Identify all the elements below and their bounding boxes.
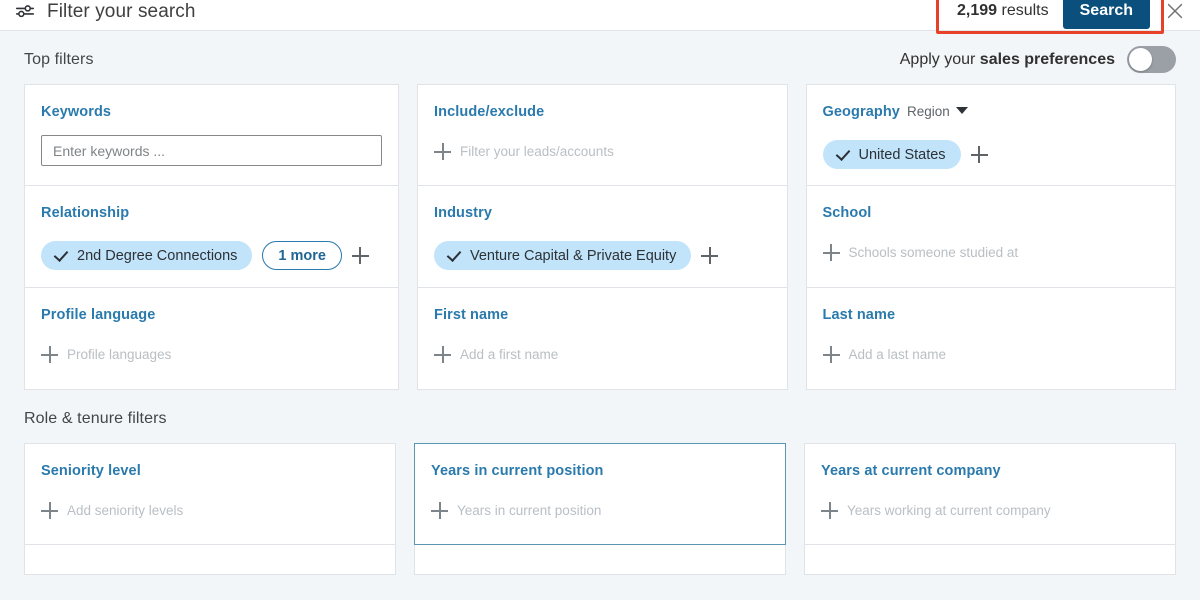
prefs-bold: sales preferences [979,50,1115,68]
filter-search-panel: Filter your search 2,199 results Search … [0,0,1200,600]
years-at-company-placeholder: Years working at current company [847,503,1051,518]
prefs-prefix: Apply your [899,50,980,68]
filter-title-keywords[interactable]: Keywords [41,104,111,120]
chevron-down-icon[interactable] [955,107,968,114]
role-tenure-grid: Seniority level Add seniority levels Yea… [24,443,1176,545]
filter-card-geography[interactable]: Geography Region United States [805,84,1176,186]
years-in-position-placeholder: Years in current position [457,503,602,518]
top-filters-header: Top filters Apply your sales preferences [24,35,1176,84]
check-icon [56,249,69,262]
school-placeholder: Schools someone studied at [848,245,1019,260]
pill-label: United States [858,146,946,163]
header-left-group: Filter your search [14,1,196,24]
header-right-group: 2,199 results Search [957,0,1186,29]
seniority-level-add-row[interactable]: Add seniority levels [41,502,379,519]
school-add-row[interactable]: Schools someone studied at [822,244,1160,261]
plus-icon[interactable] [434,346,451,363]
geography-scope-label[interactable]: Region [907,104,950,119]
pill-label: 2nd Degree Connections [77,247,238,264]
filter-card-relationship[interactable]: Relationship 2nd Degree Connections 1 mo… [24,186,399,288]
role-tenure-grid-overflow [24,545,1176,575]
filter-title-school[interactable]: School [823,205,872,221]
sales-preferences-toggle[interactable] [1127,46,1176,73]
filter-title-last-name[interactable]: Last name [823,307,896,323]
plus-icon[interactable] [41,502,58,519]
filter-card-seniority-level[interactable]: Seniority level Add seniority levels [24,443,396,545]
filter-title-first-name[interactable]: First name [434,307,508,323]
geography-values-row: United States [822,140,1160,169]
keywords-input[interactable] [41,135,382,166]
filter-pill-2nd-degree-connections[interactable]: 2nd Degree Connections [41,241,253,270]
industry-values-row: Venture Capital & Private Equity [434,241,771,270]
check-icon [449,249,462,262]
check-icon [838,148,851,161]
close-icon[interactable] [1164,0,1186,22]
filter-card-years-in-current-position[interactable]: Years in current position Years in curre… [414,443,786,545]
filter-card-industry[interactable]: Industry Venture Capital & Private Equit… [417,186,788,288]
filter-card-keywords[interactable]: Keywords [24,84,399,186]
top-filters-grid: Keywords Include/exclude Filter your lea… [24,84,1176,390]
filter-card-partial[interactable] [24,545,396,575]
seniority-level-placeholder: Add seniority levels [67,503,184,518]
filter-card-last-name[interactable]: Last name Add a last name [805,288,1176,390]
filters-body: Top filters Apply your sales preferences… [0,35,1200,600]
results-count: 2,199 results [957,2,1049,20]
toggle-knob [1129,48,1152,71]
plus-icon[interactable] [822,346,840,363]
include-exclude-placeholder: Filter your leads/accounts [460,144,614,159]
relationship-values-row: 2nd Degree Connections 1 more [41,241,382,270]
first-name-placeholder: Add a first name [460,347,559,362]
plus-icon[interactable] [434,143,451,160]
role-tenure-header: Role & tenure filters [24,394,1176,443]
top-filters-title: Top filters [24,50,94,68]
sales-preferences-label: Apply your sales preferences [900,51,1115,69]
plus-icon[interactable] [822,244,840,261]
filter-pill-united-states[interactable]: United States [822,140,961,169]
filter-card-partial[interactable] [414,545,786,575]
profile-language-add-row[interactable]: Profile languages [41,346,382,363]
filter-card-partial[interactable] [804,545,1176,575]
filter-title-seniority-level[interactable]: Seniority level [41,463,141,479]
sliders-icon [14,2,36,24]
plus-icon[interactable] [431,502,448,519]
search-button[interactable]: Search [1062,0,1150,29]
filter-pill-venture-capital-private-equity[interactable]: Venture Capital & Private Equity [434,241,692,270]
filter-title-industry[interactable]: Industry [434,205,492,221]
filter-title-years-in-current-position[interactable]: Years in current position [431,463,604,479]
filter-title-relationship[interactable]: Relationship [41,205,129,221]
filter-card-profile-language[interactable]: Profile language Profile languages [24,288,399,390]
filter-card-school[interactable]: School Schools someone studied at [805,186,1176,288]
profile-language-placeholder: Profile languages [67,347,172,362]
years-in-position-add-row[interactable]: Years in current position [431,502,769,519]
results-label: results [1001,2,1049,19]
filter-title-years-at-current-company[interactable]: Years at current company [821,463,1001,479]
filter-card-years-at-current-company[interactable]: Years at current company Years working a… [804,443,1176,545]
plus-icon[interactable] [821,502,838,519]
add-industry-button[interactable] [701,247,719,264]
plus-icon[interactable] [41,346,58,363]
sales-preferences-group: Apply your sales preferences [900,46,1176,73]
last-name-placeholder: Add a last name [848,347,947,362]
pill-label: Venture Capital & Private Equity [470,247,677,264]
years-at-company-add-row[interactable]: Years working at current company [821,502,1159,519]
role-tenure-title: Role & tenure filters [24,409,167,427]
relationship-more-button[interactable]: 1 more [262,241,342,270]
filter-title-profile-language[interactable]: Profile language [41,307,155,323]
add-relationship-button[interactable] [351,247,369,264]
filter-title-include-exclude[interactable]: Include/exclude [434,104,544,120]
add-geography-button[interactable] [970,146,988,163]
filter-card-include-exclude[interactable]: Include/exclude Filter your leads/accoun… [417,84,788,186]
filter-card-first-name[interactable]: First name Add a first name [417,288,788,390]
results-number: 2,199 [957,2,998,19]
panel-header: Filter your search 2,199 results Search [0,0,1200,34]
include-exclude-add-row[interactable]: Filter your leads/accounts [434,143,771,160]
first-name-add-row[interactable]: Add a first name [434,346,771,363]
page-title: Filter your search [47,0,196,22]
last-name-add-row[interactable]: Add a last name [822,346,1160,363]
filter-title-geography[interactable]: Geography [823,104,900,120]
